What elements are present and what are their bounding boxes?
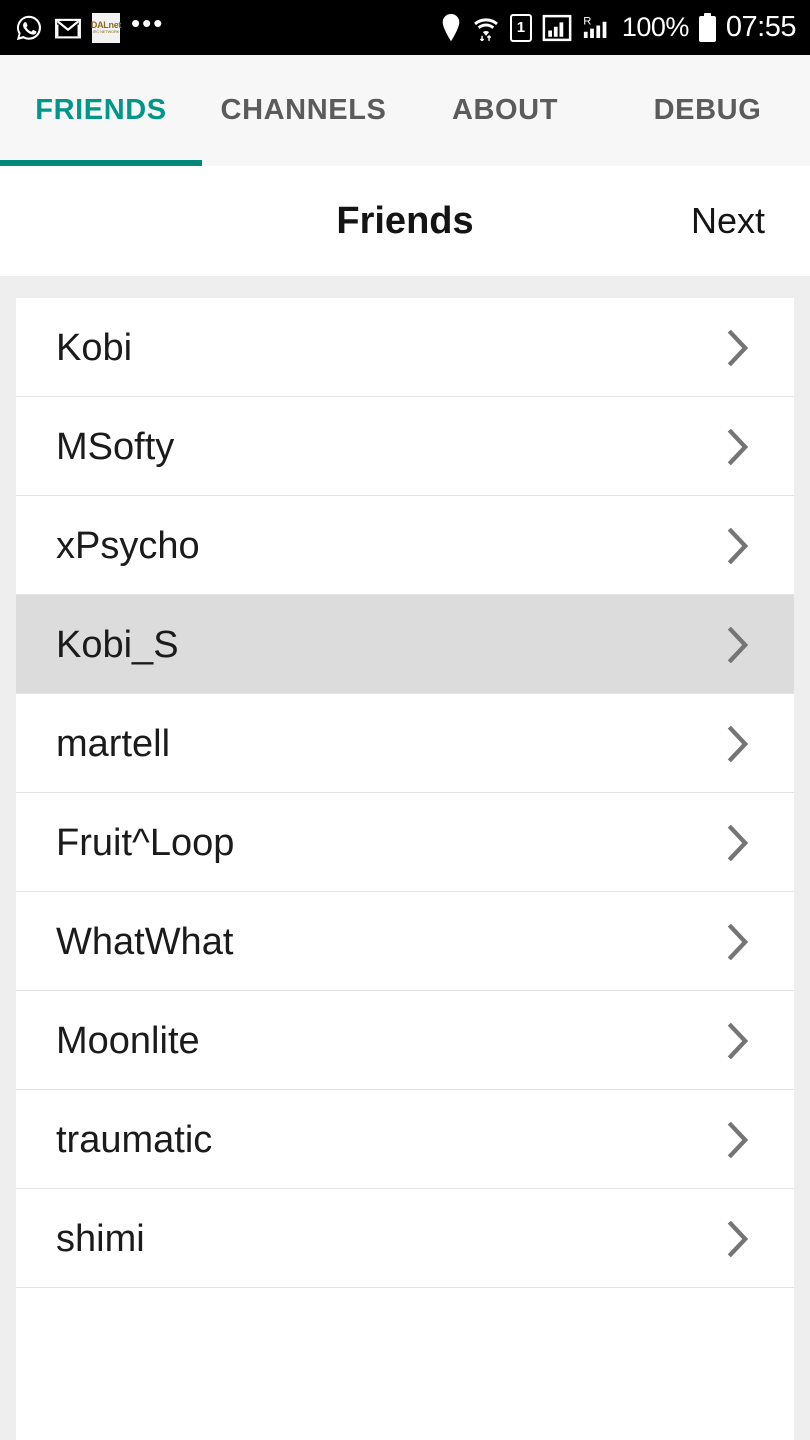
chevron-right-icon: [727, 1220, 749, 1257]
list-item[interactable]: Moonlite: [16, 991, 794, 1090]
sim-card-icon: 1: [509, 13, 532, 42]
friend-name: traumatic: [56, 1118, 213, 1161]
chevron-right-icon: [727, 923, 749, 960]
list-item[interactable]: martell: [16, 694, 794, 793]
list-empty-space: [16, 1288, 794, 1440]
friend-name: Moonlite: [56, 1019, 200, 1062]
friends-list-card: Kobi MSofty xPsycho Kobi_S martell Fruit…: [16, 298, 794, 1440]
friend-name: Kobi_S: [56, 623, 179, 666]
tab-friends[interactable]: FRIENDS: [0, 55, 202, 166]
status-bar-notifications: DALnet IRC NETWORK •••: [14, 7, 165, 43]
friend-name: martell: [56, 722, 171, 765]
chevron-right-icon: [727, 626, 749, 663]
overflow-dots-icon: •••: [131, 7, 165, 38]
whatsapp-icon: [14, 13, 44, 43]
chevron-right-icon: [727, 1022, 749, 1059]
friend-name: Fruit^Loop: [56, 821, 235, 864]
chevron-right-icon: [727, 527, 749, 564]
chevron-right-icon: [727, 824, 749, 861]
list-item[interactable]: WhatWhat: [16, 892, 794, 991]
friend-name: Kobi: [56, 326, 133, 369]
tab-channels[interactable]: CHANNELS: [202, 55, 405, 166]
signal-bars-icon: [542, 13, 572, 43]
gmail-icon: [53, 13, 83, 43]
status-bar-system-icons: 1 R 100% 07:55: [440, 11, 797, 44]
tab-bar: FRIENDS CHANNELS ABOUT DEBUG: [0, 55, 810, 166]
battery-percent-label: 100%: [621, 12, 690, 42]
friend-name: shimi: [56, 1217, 145, 1260]
chevron-right-icon: [727, 428, 749, 465]
list-item[interactable]: xPsycho: [16, 496, 794, 595]
clock-label: 07:55: [725, 11, 797, 43]
chevron-right-icon: [727, 1121, 749, 1158]
screen-header: Friends Next: [0, 166, 810, 276]
list-item[interactable]: Fruit^Loop: [16, 793, 794, 892]
wifi-icon: [472, 13, 500, 43]
next-button[interactable]: Next: [691, 200, 765, 242]
list-item[interactable]: Kobi: [16, 298, 794, 397]
roaming-signal-icon: R: [582, 13, 612, 43]
tab-debug[interactable]: DEBUG: [605, 55, 810, 166]
app-screen: DALnet IRC NETWORK ••• 1 R 100% 07:55 FR…: [0, 0, 810, 1440]
status-bar: DALnet IRC NETWORK ••• 1 R 100% 07:55: [0, 0, 810, 55]
news-icon-subtitle: IRC NETWORK: [92, 29, 120, 34]
friends-list-area: Kobi MSofty xPsycho Kobi_S martell Fruit…: [0, 276, 810, 1440]
page-title: Friends: [336, 199, 474, 242]
tab-about[interactable]: ABOUT: [405, 55, 605, 166]
friend-name: WhatWhat: [56, 920, 234, 963]
list-item[interactable]: traumatic: [16, 1090, 794, 1189]
location-pin-icon: [440, 13, 462, 43]
chevron-right-icon: [727, 329, 749, 366]
row-divider: [16, 1287, 794, 1288]
list-item-selected[interactable]: Kobi_S: [16, 595, 794, 694]
chevron-right-icon: [727, 725, 749, 762]
friend-name: MSofty: [56, 425, 175, 468]
friend-name: xPsycho: [56, 524, 200, 567]
svg-text:R: R: [583, 15, 591, 27]
list-item[interactable]: shimi: [16, 1189, 794, 1288]
news-icon: DALnet IRC NETWORK: [91, 12, 121, 43]
battery-full-icon: [698, 13, 716, 42]
list-item[interactable]: MSofty: [16, 397, 794, 496]
